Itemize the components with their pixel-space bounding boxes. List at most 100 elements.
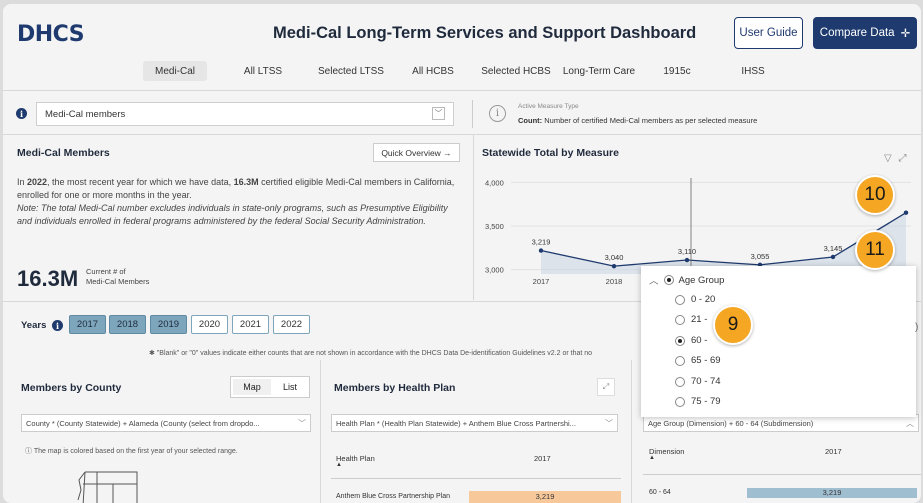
- desc-count: 16.3M: [233, 177, 259, 187]
- divider: [643, 474, 921, 475]
- tab-medi-cal[interactable]: Medi-Cal: [143, 61, 207, 81]
- y-tick-label: 4,000: [485, 178, 504, 187]
- active-measure-text: Count: Number of certified Medi-Cal memb…: [518, 116, 757, 125]
- desc-text: , the most recent year for which we have…: [47, 177, 234, 187]
- dropdown-option[interactable]: 21 -: [675, 314, 707, 325]
- desc-text: In: [17, 177, 28, 187]
- expand-icon[interactable]: ⤢: [597, 378, 615, 396]
- chevron-down-icon: ﹀: [298, 419, 306, 428]
- tab-selected-ltss[interactable]: Selected LTSS: [311, 61, 391, 81]
- radio-icon: [675, 314, 685, 325]
- measure-select-value: Medi-Cal members: [45, 108, 126, 120]
- callout-badge: 10: [855, 175, 895, 215]
- tab-long-term-care[interactable]: Long-Term Care: [559, 61, 639, 81]
- members-panel-title: Medi-Cal Members: [17, 147, 110, 159]
- dropdown-option[interactable]: 70 - 74: [675, 376, 721, 387]
- area-fill: [541, 212, 906, 274]
- dashboard-frame: DHCS Medi-Cal Long-Term Services and Sup…: [3, 4, 921, 503]
- dropdown-option[interactable]: 75 - 79: [675, 396, 721, 407]
- quick-overview-label: Quick Overview →: [381, 147, 452, 158]
- year-button-2018[interactable]: 2018: [109, 315, 146, 334]
- y-tick-label: 3,000: [485, 266, 504, 275]
- radio-icon: [663, 275, 674, 285]
- user-guide-button[interactable]: User Guide: [734, 17, 803, 49]
- quick-overview-button[interactable]: Quick Overview →: [373, 143, 460, 162]
- dropdown-option-label: 60 -: [691, 335, 708, 346]
- member-count-value: 16.3M: [17, 266, 79, 291]
- chart-title: Statewide Total by Measure: [482, 147, 619, 159]
- list-toggle-button[interactable]: List: [283, 382, 297, 392]
- california-map[interactable]: [75, 470, 155, 503]
- dropdown-header[interactable]: ︿ Age Group: [649, 273, 724, 288]
- map-toggle-button[interactable]: Map: [233, 379, 271, 395]
- health-plan-select[interactable]: Health Plan * (Health Plan Statewide) + …: [331, 414, 618, 432]
- info-icon[interactable]: i: [16, 108, 27, 119]
- x-tick-label: 2018: [606, 277, 623, 286]
- x-tick-label: 2017: [533, 277, 550, 286]
- year-button-2017[interactable]: 2017: [69, 315, 106, 334]
- map-list-toggle: Map List: [230, 376, 310, 398]
- active-measure-bold: Count:: [518, 116, 543, 125]
- dropdown-option[interactable]: 65 - 69: [675, 355, 721, 366]
- tab-all-ltss[interactable]: All LTSS: [233, 61, 293, 81]
- measure-tabs: Medi-Cal All LTSS Selected LTSS All HCBS…: [3, 58, 921, 84]
- data-point: [684, 257, 690, 263]
- tab-all-hcbs[interactable]: All HCBS: [403, 61, 463, 81]
- divider: [320, 360, 321, 503]
- page-title: Medi-Cal Long-Term Services and Support …: [273, 24, 697, 42]
- active-measure-label: Active Measure Type: [518, 103, 579, 110]
- table-row-label: Anthem Blue Cross Partnership Plan: [336, 493, 450, 500]
- info-circle-icon[interactable]: i: [489, 105, 506, 122]
- expand-icon[interactable]: ⤢: [898, 153, 906, 164]
- compare-data-button[interactable]: Compare Data ✛: [813, 17, 917, 49]
- dropdown-option-label: 70 - 74: [691, 376, 721, 387]
- filter-icon[interactable]: ▽: [884, 153, 892, 164]
- divider: [3, 90, 921, 91]
- year-button-2020[interactable]: 2020: [191, 315, 228, 334]
- data-point: [611, 263, 617, 269]
- dropdown-option[interactable]: 60 -: [675, 335, 707, 346]
- y-tick-label: 3,500: [485, 222, 504, 231]
- tab-1915c[interactable]: 1915c: [653, 61, 701, 81]
- sort-icon[interactable]: ▲: [649, 455, 655, 461]
- age-group-select-value: Age Group (Dimension) + 60 - 64 (Subdime…: [648, 418, 814, 428]
- county-select-value: County * (County Statewide) + Alameda (C…: [26, 418, 260, 428]
- year-button-2022[interactable]: 2022: [273, 315, 310, 334]
- plus-icon: ✛: [900, 28, 911, 40]
- data-label: 3,110: [678, 247, 696, 256]
- divider: [3, 134, 921, 135]
- divider: [631, 360, 632, 503]
- data-label: 3,040: [605, 253, 624, 262]
- chevron-down-icon: ﹀: [605, 419, 613, 428]
- county-select[interactable]: County * (County Statewide) + Alameda (C…: [21, 414, 311, 432]
- divider: [331, 478, 621, 479]
- callout-badge: 11: [855, 230, 895, 270]
- chevron-down-icon: ﹀: [432, 107, 445, 120]
- tab-ihss[interactable]: IHSS: [728, 61, 778, 81]
- health-plan-panel-title: Members by Health Plan: [334, 382, 456, 394]
- tab-selected-hcbs[interactable]: Selected HCBS: [475, 61, 557, 81]
- divider: [472, 100, 473, 128]
- column-header-2017[interactable]: 2017: [534, 454, 551, 463]
- active-measure-desc: Number of certified Medi-Cal members as …: [544, 116, 758, 125]
- dropdown-option-label: 65 - 69: [691, 355, 721, 366]
- year-button-2019[interactable]: 2019: [150, 315, 187, 334]
- radio-icon: [675, 335, 685, 346]
- table-row-value: 3,219: [535, 492, 555, 501]
- sort-icon[interactable]: ▲: [336, 462, 342, 468]
- data-point: [903, 210, 909, 215]
- chevron-up-icon: ︿: [906, 419, 914, 428]
- year-button-2021[interactable]: 2021: [232, 315, 269, 334]
- dhcs-logo[interactable]: DHCS: [17, 22, 85, 47]
- measure-select[interactable]: Medi-Cal members ﹀: [36, 102, 454, 126]
- map-note: ⓘ The map is colored based on the first …: [25, 448, 238, 455]
- dropdown-option-label: 75 - 79: [691, 396, 721, 407]
- dropdown-option-label: 0 - 20: [691, 294, 716, 305]
- column-header-2017[interactable]: 2017: [825, 447, 842, 456]
- disclaimer-note: ✱ "Blank" or "0" values indicate either …: [149, 350, 593, 357]
- info-icon[interactable]: i: [52, 320, 64, 331]
- radio-icon: [675, 376, 685, 387]
- radio-icon: [675, 355, 685, 366]
- dropdown-option[interactable]: 0 - 20: [675, 294, 715, 305]
- member-count-label-line: Medi-Cal Members: [86, 277, 150, 286]
